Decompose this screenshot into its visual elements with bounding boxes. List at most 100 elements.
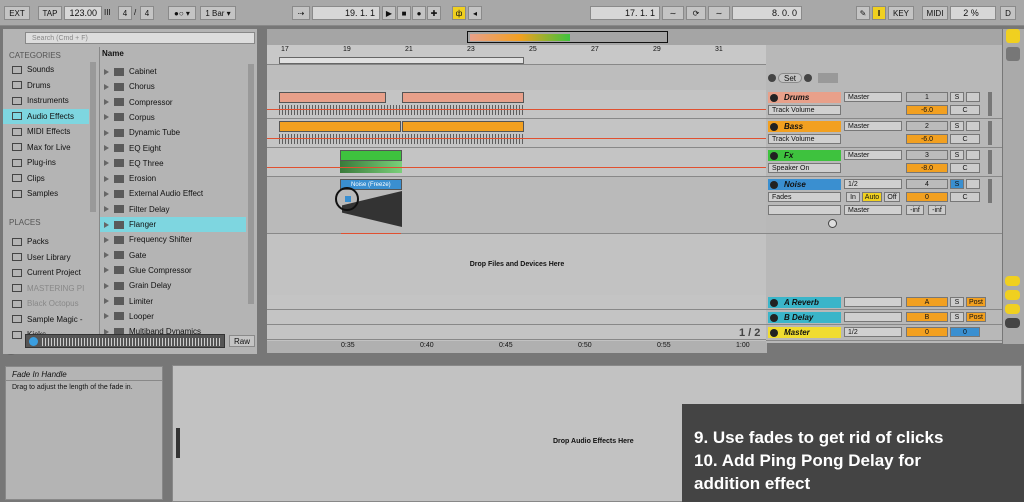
noise-output-master[interactable]: Master xyxy=(844,205,902,215)
file-item[interactable]: Glue Compressor xyxy=(100,263,246,278)
tempo-field[interactable]: 123.00 xyxy=(64,6,102,20)
arm-button[interactable] xyxy=(966,121,980,131)
fx-lane[interactable] xyxy=(267,148,767,177)
place-item[interactable]: MASTERING PI xyxy=(3,281,89,296)
place-item[interactable]: Packs xyxy=(3,234,89,249)
file-item[interactable]: EQ Eight xyxy=(100,141,246,156)
volume-field[interactable]: -6.0 xyxy=(906,105,948,115)
master-output[interactable]: 1/2 xyxy=(844,327,902,337)
metronome-button[interactable]: ●○ ▾ xyxy=(168,6,196,20)
track-title[interactable]: Drums xyxy=(768,92,841,103)
post-button[interactable]: Post xyxy=(966,312,986,322)
expand-triangle-icon[interactable] xyxy=(104,129,109,136)
category-item[interactable]: Max for Live xyxy=(3,140,89,155)
prev-locator-icon[interactable] xyxy=(768,74,776,82)
time-signature-numerator[interactable]: 4 xyxy=(118,6,132,20)
file-item[interactable]: Compressor xyxy=(100,95,246,110)
quantize-menu[interactable]: 1 Bar ▾ xyxy=(200,6,236,20)
return-output[interactable] xyxy=(844,297,902,307)
loop-length-field[interactable]: 8. 0. 0 xyxy=(732,6,802,20)
solo-button[interactable]: S xyxy=(950,179,964,189)
category-item[interactable]: MIDI Effects xyxy=(3,124,89,139)
category-item[interactable]: Plug-ins xyxy=(3,155,89,170)
file-item[interactable]: Looper xyxy=(100,309,246,324)
loop-brace[interactable] xyxy=(279,57,524,64)
file-item[interactable]: Limiter xyxy=(100,294,246,309)
preview-headphones-icon[interactable] xyxy=(29,337,38,346)
expand-triangle-icon[interactable] xyxy=(104,282,109,289)
back-to-arrangement-button[interactable]: ◂ xyxy=(468,6,482,20)
file-item[interactable]: Gate xyxy=(100,248,246,263)
computer-midi-button[interactable]: ‖ xyxy=(872,6,886,20)
category-item[interactable]: Audio Effects xyxy=(3,108,89,124)
expand-triangle-icon[interactable] xyxy=(104,206,109,213)
return-title[interactable]: B Delay xyxy=(768,312,841,323)
master-volume[interactable]: 0 xyxy=(906,327,948,337)
record-button[interactable]: ● xyxy=(412,6,426,20)
search-input[interactable]: Search (Cmd + F) xyxy=(25,32,255,44)
return-title[interactable]: A Reverb xyxy=(768,297,841,308)
track-fold-button[interactable] xyxy=(770,313,778,322)
overview-strip[interactable] xyxy=(267,29,1002,45)
track-number[interactable]: 3 xyxy=(906,150,948,160)
file-item[interactable]: Dynamic Tube xyxy=(100,125,246,140)
solo-button[interactable]: S xyxy=(950,121,964,131)
automation-chooser[interactable]: Fades xyxy=(768,192,841,202)
pan-field[interactable]: C xyxy=(950,163,980,173)
expand-triangle-icon[interactable] xyxy=(104,252,109,259)
output-routing[interactable]: Master xyxy=(844,150,902,160)
monitor-auto-button[interactable]: Auto xyxy=(862,192,882,202)
expand-triangle-icon[interactable] xyxy=(104,313,109,320)
output-routing[interactable]: Master xyxy=(844,92,902,102)
noise-lane[interactable]: Noise (Freeze) xyxy=(267,177,767,234)
expand-triangle-icon[interactable] xyxy=(104,68,109,75)
ext-sync-button[interactable]: EXT xyxy=(4,6,30,20)
fade-in-handle[interactable] xyxy=(345,196,351,202)
file-item[interactable]: Frequency Shifter xyxy=(100,232,246,247)
expand-triangle-icon[interactable] xyxy=(104,99,109,106)
track-number[interactable]: 4 xyxy=(906,179,948,189)
category-item[interactable]: Instruments xyxy=(3,93,89,108)
track-fold-button[interactable] xyxy=(770,93,778,102)
master-pan[interactable]: 0 xyxy=(950,327,980,337)
place-item[interactable]: User Library xyxy=(3,250,89,265)
track-fold-button[interactable] xyxy=(770,122,778,131)
a-reverb-lane[interactable] xyxy=(267,295,767,310)
file-item[interactable]: Grain Delay xyxy=(100,278,246,293)
drums-clip-1[interactable] xyxy=(279,92,386,103)
punch-out-button[interactable]: ∼ xyxy=(708,6,730,20)
time-signature-denominator[interactable]: 4 xyxy=(140,6,154,20)
expand-triangle-icon[interactable] xyxy=(104,190,109,197)
time-ruler[interactable]: 0:35 0:40 0:45 0:50 0:55 1:00 xyxy=(267,341,767,353)
locator-list-icon[interactable] xyxy=(818,73,838,83)
track-fold-button[interactable] xyxy=(770,151,778,160)
solo-button[interactable]: S xyxy=(950,312,964,322)
track-title[interactable]: Noise xyxy=(768,179,841,190)
returns-toggle-icon[interactable] xyxy=(1005,304,1020,314)
drop-audio-effects-area[interactable]: Drop Audio Effects Here xyxy=(553,438,634,445)
volume-field[interactable]: 0 xyxy=(906,192,948,202)
expand-triangle-icon[interactable] xyxy=(104,114,109,121)
beat-ruler[interactable]: 17 19 21 23 25 27 29 31 xyxy=(267,45,767,65)
output-routing[interactable]: Master xyxy=(844,121,902,131)
automation-chooser[interactable]: Speaker On xyxy=(768,163,841,173)
arm-button[interactable] xyxy=(966,150,980,160)
sends-toggle-icon[interactable] xyxy=(1005,290,1020,300)
arm-button[interactable] xyxy=(966,179,980,189)
midi-map-button[interactable]: MIDI xyxy=(922,6,948,20)
pan-field[interactable]: C xyxy=(950,134,980,144)
follow-button[interactable]: ⇢ xyxy=(292,6,310,20)
master-lane[interactable] xyxy=(267,325,767,340)
overdub-button[interactable]: ✚ xyxy=(427,6,441,20)
drop-files-area[interactable]: Drop Files and Devices Here xyxy=(267,234,767,294)
track-title[interactable]: Fx xyxy=(768,150,841,161)
master-title[interactable]: Master xyxy=(768,327,841,338)
fx-clip[interactable] xyxy=(340,150,402,161)
punch-in-button[interactable]: ∼ xyxy=(662,6,684,20)
expand-triangle-icon[interactable] xyxy=(104,145,109,151)
volume-field[interactable]: -8.0 xyxy=(906,163,948,173)
loop-switch-button[interactable]: ⟳ xyxy=(686,6,706,20)
place-item[interactable]: Sample Magic - xyxy=(3,312,89,327)
arrangement-view-icon[interactable] xyxy=(1006,47,1020,61)
volume-field[interactable]: -6.0 xyxy=(906,134,948,144)
